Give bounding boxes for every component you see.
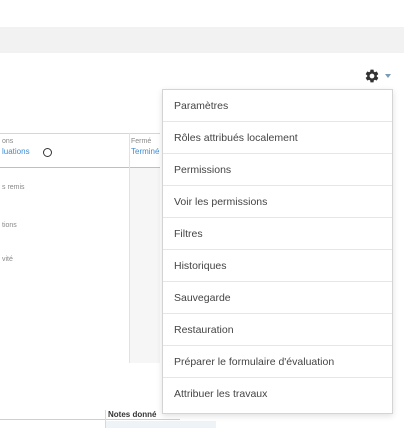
menu-item-logs[interactable]: Historiques (163, 250, 392, 282)
menu-item-parametres[interactable]: Paramètres (163, 90, 392, 122)
settings-dropdown-menu: Paramètres Rôles attribués localement Pe… (162, 89, 393, 414)
col1-header: ons (2, 138, 14, 145)
menu-item-filters[interactable]: Filtres (163, 218, 392, 250)
settings-menu-toggle[interactable] (364, 66, 400, 86)
caret-down-icon (385, 74, 391, 78)
gear-icon (365, 69, 379, 83)
col2-link[interactable]: Terminé (131, 147, 159, 157)
notes-header: Notes donné (108, 410, 157, 419)
menu-item-permissions[interactable]: Permissions (163, 154, 392, 186)
top-bar (0, 27, 404, 53)
table-row: vité (2, 256, 13, 263)
menu-item-backup[interactable]: Sauvegarde (163, 282, 392, 314)
col1-link[interactable]: luations (2, 147, 30, 157)
footer-strip (106, 421, 216, 428)
menu-item-local-roles[interactable]: Rôles attribués localement (163, 122, 392, 154)
menu-item-prepare-evaluation-form[interactable]: Préparer le formulaire d'évaluation (163, 346, 392, 378)
circle-icon[interactable] (43, 148, 52, 157)
menu-item-view-permissions[interactable]: Voir les permissions (163, 186, 392, 218)
table-row: tions (2, 222, 17, 229)
column-shade (130, 168, 160, 363)
table-row: s remis (2, 184, 25, 191)
table-top-border (0, 133, 160, 134)
background-table: ons luations Fermé Terminé s remis tions… (0, 133, 160, 363)
footer-divider (0, 419, 180, 420)
menu-item-restore[interactable]: Restauration (163, 314, 392, 346)
col2-header: Fermé (131, 138, 152, 145)
menu-item-assign-work[interactable]: Attribuer les travaux (163, 378, 392, 410)
